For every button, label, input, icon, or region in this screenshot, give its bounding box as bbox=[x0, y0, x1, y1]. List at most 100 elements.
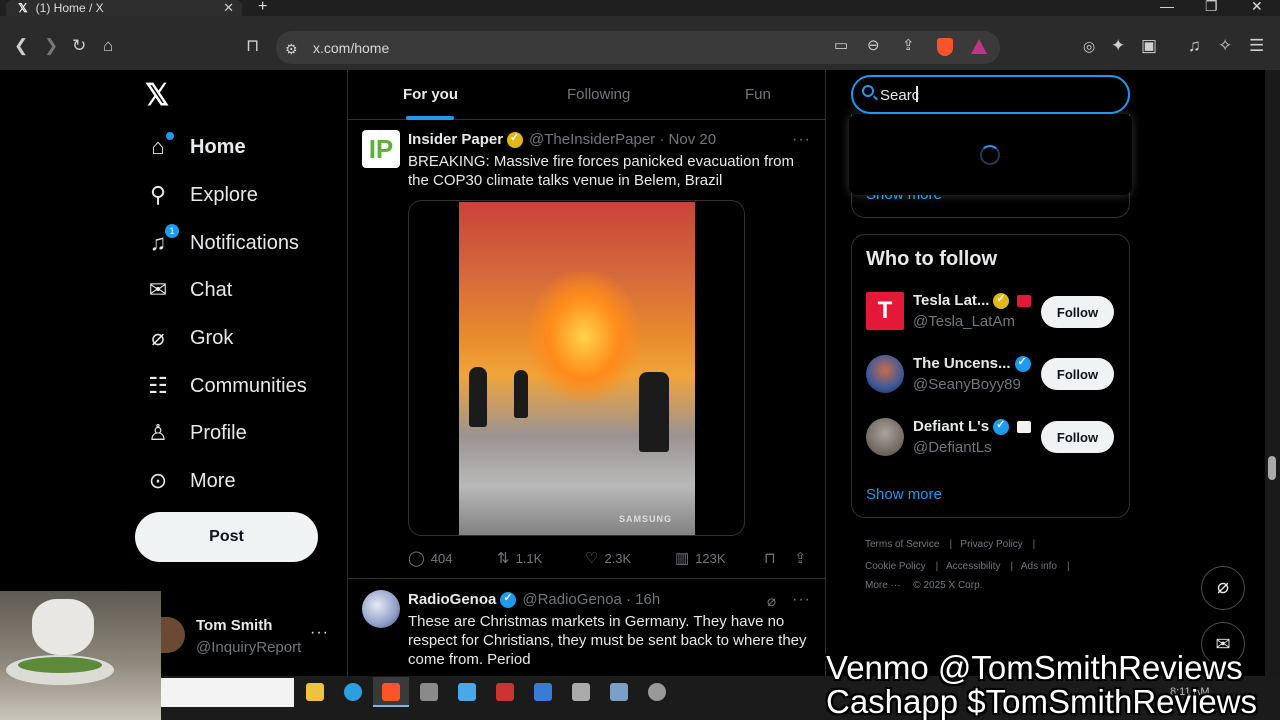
restore-icon[interactable]: ❐ bbox=[1205, 0, 1218, 15]
scrollbar[interactable] bbox=[1265, 70, 1280, 720]
wallet-icon[interactable]: ◎ bbox=[1083, 36, 1095, 56]
taskbar-search[interactable] bbox=[161, 678, 294, 707]
close-window-icon[interactable]: ✕ bbox=[1251, 0, 1263, 15]
leo-ai-icon[interactable]: ✧ bbox=[1218, 36, 1232, 56]
forward-icon[interactable]: ❯ bbox=[44, 36, 58, 56]
follow-button[interactable]: Follow bbox=[1041, 296, 1114, 328]
footer-cookie-link[interactable]: Cookie Policy bbox=[865, 561, 926, 572]
nav-explore[interactable]: ⚲ Explore bbox=[145, 180, 258, 210]
tweet-avatar[interactable] bbox=[362, 590, 400, 628]
app-icon[interactable] bbox=[648, 683, 666, 701]
brave-rewards-icon[interactable] bbox=[971, 39, 987, 54]
footer-more-link[interactable]: More ··· bbox=[865, 580, 901, 591]
x-favicon-icon: 𝕏 bbox=[18, 1, 28, 15]
scrollbar-thumb[interactable] bbox=[1268, 456, 1276, 480]
follow-button[interactable]: Follow bbox=[1041, 421, 1114, 453]
follow-handle[interactable]: @SeanyBoyy89 bbox=[913, 376, 1021, 393]
views-button[interactable]: ▥ 123K bbox=[675, 549, 726, 567]
brave-shields-icon[interactable] bbox=[937, 38, 953, 56]
webcam-overlay bbox=[0, 591, 161, 720]
file-explorer-icon[interactable] bbox=[306, 683, 324, 701]
nav-label: Notifications bbox=[190, 231, 299, 254]
follow-button[interactable]: Follow bbox=[1041, 358, 1114, 390]
tweet-author-handle[interactable]: @RadioGenoa bbox=[522, 591, 621, 608]
follow-name[interactable]: Tesla Lat... bbox=[913, 292, 1032, 309]
bookmark-button[interactable]: ⊓ bbox=[764, 549, 782, 567]
nav-home[interactable]: ⌂ Home bbox=[145, 132, 246, 162]
app-icon[interactable] bbox=[458, 683, 476, 701]
follow-handle[interactable]: @DefiantLs bbox=[913, 439, 992, 456]
sidebar-icon[interactable]: ▣ bbox=[1141, 36, 1157, 56]
tweet-more-icon[interactable]: ··· bbox=[792, 591, 811, 609]
app-icon[interactable] bbox=[534, 683, 552, 701]
nav-profile[interactable]: ♙ Profile bbox=[145, 418, 247, 448]
tweet-date[interactable]: 16h bbox=[635, 591, 660, 608]
app-icon[interactable] bbox=[496, 683, 514, 701]
tweet-author-name[interactable]: RadioGenoa bbox=[408, 591, 496, 608]
x-logo-icon[interactable]: 𝕏 bbox=[145, 78, 169, 113]
footer-ads-link[interactable]: Ads info bbox=[1021, 561, 1057, 572]
follow-avatar[interactable] bbox=[866, 418, 904, 456]
site-settings-icon[interactable]: ⚙ bbox=[285, 39, 298, 59]
grok-explain-icon[interactable]: ⌀ bbox=[767, 592, 776, 610]
tweet-author-name[interactable]: Insider Paper bbox=[408, 131, 503, 148]
footer-privacy-link[interactable]: Privacy Policy bbox=[960, 539, 1022, 550]
cast-icon[interactable]: ▭ bbox=[834, 36, 848, 56]
follow-avatar[interactable]: T bbox=[866, 292, 904, 330]
calculator-icon[interactable] bbox=[420, 683, 438, 701]
brave-icon[interactable] bbox=[382, 683, 400, 701]
nav-grok[interactable]: ⌀ Grok bbox=[145, 323, 233, 353]
account-name[interactable]: Tom Smith bbox=[196, 617, 272, 634]
minimize-icon[interactable]: — bbox=[1160, 0, 1174, 14]
share-icon[interactable]: ⇪ bbox=[902, 36, 915, 56]
tweet-video[interactable]: SAMSUNG bbox=[408, 200, 745, 536]
nav-notifications[interactable]: ♫ 1 Notifications bbox=[145, 224, 299, 258]
nav-communities[interactable]: ☷ Communities bbox=[145, 371, 307, 401]
video-watermark: SAMSUNG bbox=[619, 514, 673, 524]
share-button[interactable]: ⇪ bbox=[794, 549, 813, 567]
close-tab-icon[interactable]: ✕ bbox=[223, 0, 234, 16]
like-button[interactable]: ♡ 2.3K bbox=[585, 549, 631, 567]
repost-button[interactable]: ⇅ 1.1K bbox=[497, 549, 542, 567]
search-input[interactable] bbox=[880, 85, 1080, 105]
browser-tab[interactable]: 𝕏 (1) Home / X ✕ bbox=[6, 0, 242, 16]
tweet-date[interactable]: Nov 20 bbox=[669, 131, 717, 148]
reload-icon[interactable]: ↻ bbox=[72, 36, 86, 56]
menu-icon[interactable]: ☰ bbox=[1249, 36, 1264, 56]
tweet-more-icon[interactable]: ··· bbox=[792, 131, 811, 149]
video-frame[interactable]: SAMSUNG bbox=[459, 202, 695, 535]
follow-name[interactable]: The Uncens... bbox=[913, 355, 1037, 372]
nav-label: Grok bbox=[190, 326, 234, 349]
app-icon[interactable] bbox=[610, 683, 628, 701]
tab-for-you[interactable]: For you bbox=[403, 86, 458, 103]
follow-handle[interactable]: @Tesla_LatAm bbox=[913, 313, 1015, 330]
tab-fun[interactable]: Fun bbox=[745, 86, 771, 103]
music-icon[interactable]: ♫ bbox=[1188, 36, 1201, 56]
url-text[interactable]: x.com/home bbox=[313, 40, 389, 56]
account-more-icon[interactable]: ··· bbox=[310, 624, 329, 642]
tweet-avatar[interactable]: IP bbox=[362, 130, 400, 168]
nav-chat[interactable]: ✉ Chat bbox=[145, 275, 232, 305]
home-page-icon[interactable]: ⌂ bbox=[103, 36, 113, 56]
tweet-author-handle[interactable]: @TheInsiderPaper bbox=[529, 131, 655, 148]
zoom-icon[interactable]: ⊖ bbox=[867, 36, 880, 56]
follow-name[interactable]: Defiant L's bbox=[913, 418, 1032, 435]
repost-count: 1.1K bbox=[515, 550, 543, 566]
post-button[interactable]: Post bbox=[135, 512, 318, 562]
grok-floating-button[interactable]: ⌀ bbox=[1201, 566, 1245, 610]
edge-icon[interactable] bbox=[344, 683, 362, 701]
back-icon[interactable]: ❮ bbox=[14, 36, 28, 56]
bookmark-icon[interactable]: ⊓ bbox=[246, 36, 259, 56]
extensions-icon[interactable]: ✦ bbox=[1111, 36, 1125, 56]
footer-terms-link[interactable]: Terms of Service bbox=[865, 539, 939, 550]
new-tab-icon[interactable]: + bbox=[258, 0, 267, 16]
tab-following[interactable]: Following bbox=[567, 86, 630, 103]
follow-avatar[interactable] bbox=[866, 355, 904, 393]
account-handle[interactable]: @InquiryReport bbox=[196, 639, 301, 656]
nav-more[interactable]: ⊙ More bbox=[145, 466, 236, 496]
app-icon[interactable] bbox=[572, 683, 590, 701]
footer-accessibility-link[interactable]: Accessibility bbox=[946, 561, 1000, 572]
reply-button[interactable]: ◯ 404 bbox=[408, 549, 453, 567]
views-count: 123K bbox=[695, 550, 726, 566]
who-to-follow-show-more[interactable]: Show more bbox=[866, 486, 942, 503]
